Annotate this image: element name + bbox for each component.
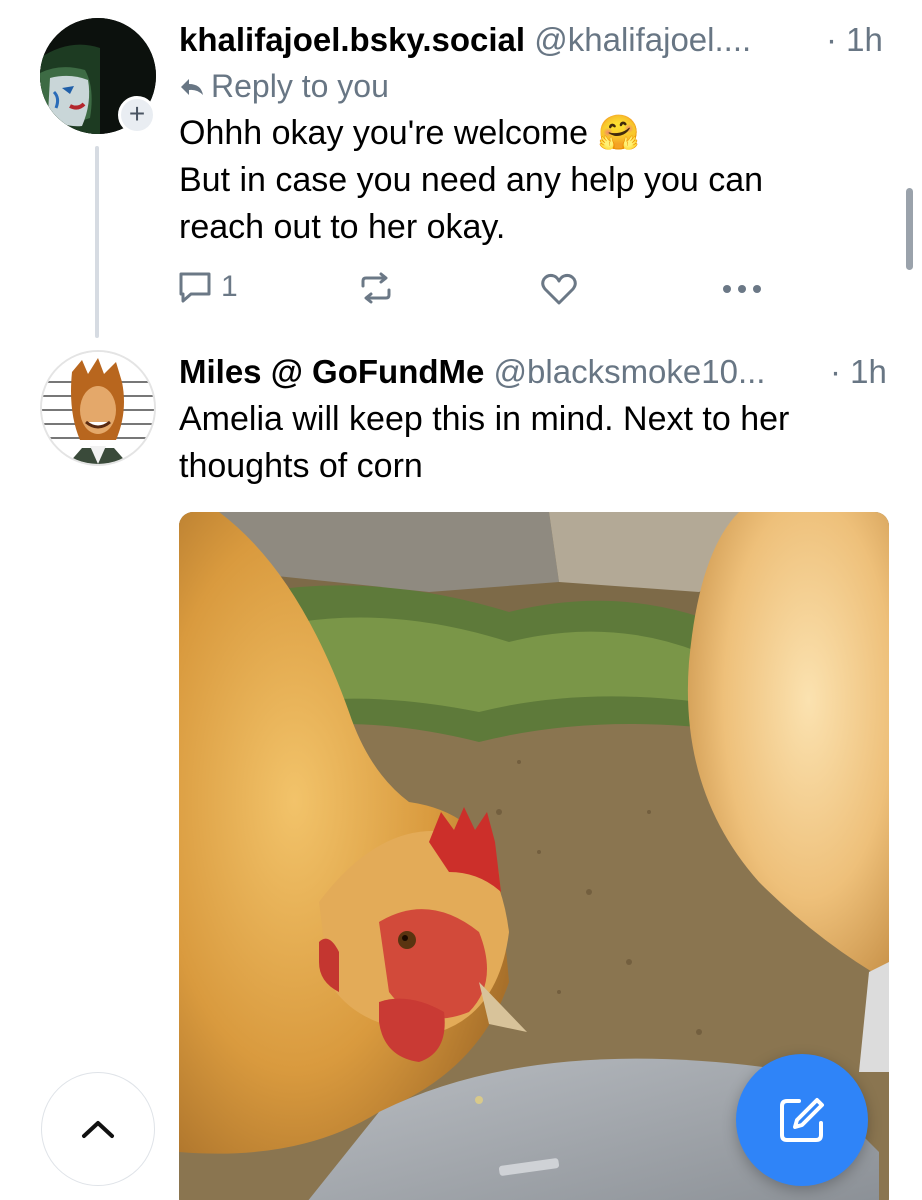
handle[interactable]: @blacksmoke10...: [494, 353, 766, 390]
display-name[interactable]: Miles @ GoFundMe: [179, 353, 484, 390]
comment-icon: [179, 272, 211, 303]
like-heart-icon: [541, 273, 577, 305]
reply-to-indicator[interactable]: Reply to you: [179, 66, 389, 106]
handle[interactable]: @khalifajoel....: [534, 21, 751, 58]
chevron-up-icon: [82, 1121, 114, 1138]
like-button[interactable]: [540, 272, 578, 306]
thread-connector-line: [95, 146, 99, 338]
reply-arrow-icon: [181, 78, 203, 95]
reply-label: Reply to you: [211, 68, 389, 104]
reply-count: 1: [221, 270, 238, 303]
timestamp[interactable]: · 1h: [830, 352, 887, 392]
more-options-button[interactable]: [722, 284, 762, 294]
display-name[interactable]: khalifajoel.bsky.social: [179, 21, 525, 58]
avatar-miles[interactable]: [40, 350, 156, 466]
scroll-to-top-button[interactable]: [41, 1072, 155, 1186]
post-body-line: But in case you need any help you can: [179, 161, 764, 199]
post-body-line: reach out to her okay.: [179, 208, 506, 246]
follow-plus-badge[interactable]: +: [118, 96, 156, 134]
post-header: khalifajoel.bsky.social @khalifajoel....: [179, 20, 751, 60]
compose-button[interactable]: [736, 1054, 868, 1186]
post-body-line: Ohhh okay you're welcome 🤗: [179, 114, 640, 152]
post-body: Amelia will keep this in mind. Next to h…: [179, 396, 789, 490]
repost-button[interactable]: [357, 272, 395, 304]
post-body-line: thoughts of corn: [179, 447, 423, 485]
compose-pencil-icon: [780, 1098, 824, 1142]
post-body: Ohhh okay you're welcome 🤗 But in case y…: [179, 110, 763, 251]
post-body-line: Amelia will keep this in mind. Next to h…: [179, 400, 790, 438]
more-options-icon: [723, 285, 761, 293]
post-header: Miles @ GoFundMe @blacksmoke10...: [179, 352, 765, 392]
reply-button[interactable]: 1: [177, 270, 238, 304]
timestamp[interactable]: · 1h: [826, 20, 883, 60]
post-khalifajoel[interactable]: + khalifajoel.bsky.social @khalifajoel..…: [0, 0, 922, 340]
scrollbar-thumb[interactable]: [906, 188, 913, 270]
repost-icon: [361, 272, 391, 304]
